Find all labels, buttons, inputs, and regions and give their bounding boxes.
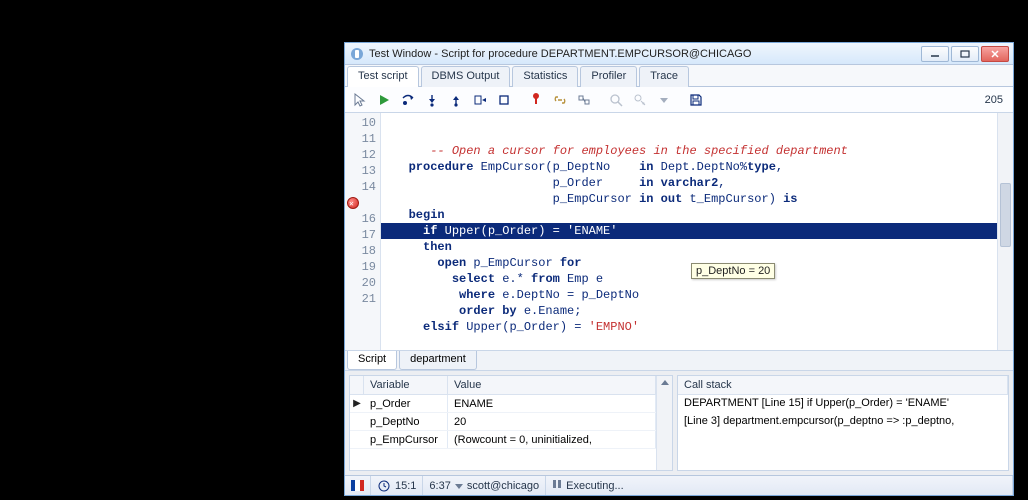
step-out-button[interactable]	[445, 90, 467, 110]
variable-name: p_DeptNo	[364, 413, 448, 430]
run-button[interactable]	[373, 90, 395, 110]
status-bar: 15:1 6:37 scott@chicago Executing...	[345, 475, 1013, 495]
toolbar-line-indicator: 205	[985, 94, 1009, 106]
tab-statistics[interactable]: Statistics	[512, 66, 578, 87]
variables-col-value[interactable]: Value	[448, 376, 656, 394]
variable-row[interactable]: p_DeptNo20	[350, 413, 656, 431]
call-stack-panel: Call stack DEPARTMENT [Line 15] if Upper…	[677, 375, 1009, 471]
code-body[interactable]: -- Open a cursor for employees in the sp…	[381, 113, 997, 350]
find-icon[interactable]	[605, 90, 627, 110]
tab-trace[interactable]: Trace	[639, 66, 689, 87]
code-line[interactable]: if Upper(p_Order) = 'ENAME'	[381, 223, 997, 239]
code-line[interactable]: p_EmpCursor in out t_EmpCursor) is	[381, 191, 997, 207]
link-icon[interactable]	[549, 90, 571, 110]
tab-dbms-output[interactable]: DBMS Output	[421, 66, 511, 87]
variables-col-name[interactable]: Variable	[364, 376, 448, 394]
editor-scrollbar[interactable]	[997, 113, 1013, 350]
code-line[interactable]: then	[381, 239, 997, 255]
variable-name: p_EmpCursor	[364, 431, 448, 448]
code-line[interactable]: p_Order in varchar2,	[381, 175, 997, 191]
code-line[interactable]: begin	[381, 207, 997, 223]
variable-value[interactable]: 20	[448, 413, 656, 430]
status-connection: scott@chicago	[467, 480, 539, 492]
breakpoint-marker[interactable]	[347, 197, 359, 209]
sub-tab-script[interactable]: Script	[347, 351, 397, 370]
variables-scrollbar[interactable]	[656, 376, 672, 470]
window-title: Test Window - Script for procedure DEPAR…	[369, 48, 917, 60]
run-to-cursor-button[interactable]	[469, 90, 491, 110]
tab-profiler[interactable]: Profiler	[580, 66, 637, 87]
clock-icon	[377, 479, 391, 493]
status-line-col: 6:37 scott@chicago	[423, 476, 546, 495]
dropdown-icon[interactable]	[455, 482, 463, 490]
code-line[interactable]: select e.* from Emp e	[381, 271, 997, 287]
breakpoint-toggle-button[interactable]	[525, 90, 547, 110]
status-running: Executing...	[546, 476, 1013, 495]
editor-sub-tab-strip: Scriptdepartment	[345, 351, 1013, 371]
sub-tab-department[interactable]: department	[399, 351, 477, 370]
window-controls	[921, 46, 1009, 62]
variables-body[interactable]: ▶p_OrderENAMEp_DeptNo20p_EmpCursor(Rowco…	[350, 395, 656, 470]
call-stack-row[interactable]: [Line 3] department.empcursor(p_deptno =…	[678, 413, 1008, 431]
maximize-button[interactable]	[951, 46, 979, 62]
stop-button[interactable]	[493, 90, 515, 110]
code-line[interactable]: order by e.Ename;	[381, 303, 997, 319]
pause-icon	[552, 479, 562, 492]
save-button[interactable]	[685, 90, 707, 110]
code-line[interactable]: -- Open a cursor for employees in the sp…	[381, 143, 997, 159]
code-line[interactable]: where e.DeptNo = p_DeptNo	[381, 287, 997, 303]
test-window: Test Window - Script for procedure DEPAR…	[344, 42, 1014, 496]
code-line[interactable]: open p_EmpCursor for	[381, 255, 997, 271]
code-line[interactable]: procedure EmpCursor(p_DeptNo in Dept.Dep…	[381, 159, 997, 175]
status-flag-icon	[345, 476, 371, 495]
call-stack-body[interactable]: DEPARTMENT [Line 15] if Upper(p_Order) =…	[678, 395, 1008, 470]
main-tab-strip: Test scriptDBMS OutputStatisticsProfiler…	[345, 65, 1013, 87]
step-over-button[interactable]	[397, 90, 419, 110]
close-button[interactable]	[981, 46, 1009, 62]
code-line[interactable]: elsif Upper(p_Order) = 'EMPNO'	[381, 319, 997, 335]
debug-panels: Variable Value ▶p_OrderENAMEp_DeptNo20p_…	[345, 371, 1013, 475]
call-stack-header: Call stack	[678, 376, 1008, 395]
dropdown-icon[interactable]	[653, 90, 675, 110]
titlebar: Test Window - Script for procedure DEPAR…	[345, 43, 1013, 65]
find-next-icon[interactable]	[629, 90, 651, 110]
step-into-button[interactable]	[421, 90, 443, 110]
code-editor[interactable]: 101112131415161718192021 -- Open a curso…	[345, 113, 1013, 351]
call-stack-row[interactable]: DEPARTMENT [Line 15] if Upper(p_Order) =…	[678, 395, 1008, 413]
cursor-icon[interactable]	[349, 90, 371, 110]
tab-test-script[interactable]: Test script	[347, 66, 419, 87]
minimize-button[interactable]	[921, 46, 949, 62]
variables-panel: Variable Value ▶p_OrderENAMEp_DeptNo20p_…	[349, 375, 673, 471]
variable-value[interactable]: (Rowcount = 0, uninitialized,	[448, 431, 656, 448]
eval-tooltip: p_DeptNo = 20	[691, 263, 775, 279]
variables-header: Variable Value	[350, 376, 656, 395]
variable-value[interactable]: ENAME	[448, 395, 656, 412]
line-gutter[interactable]: 101112131415161718192021	[345, 113, 381, 350]
app-icon	[349, 46, 365, 62]
variable-name: p_Order	[364, 395, 448, 412]
variable-row[interactable]: p_EmpCursor(Rowcount = 0, uninitialized,	[350, 431, 656, 449]
variable-row[interactable]: ▶p_OrderENAME	[350, 395, 656, 413]
status-cursor-pos: 15:1	[371, 476, 423, 495]
variables-icon[interactable]	[573, 90, 595, 110]
toolbar: 205	[345, 87, 1013, 113]
call-stack-title: Call stack	[678, 376, 1008, 394]
